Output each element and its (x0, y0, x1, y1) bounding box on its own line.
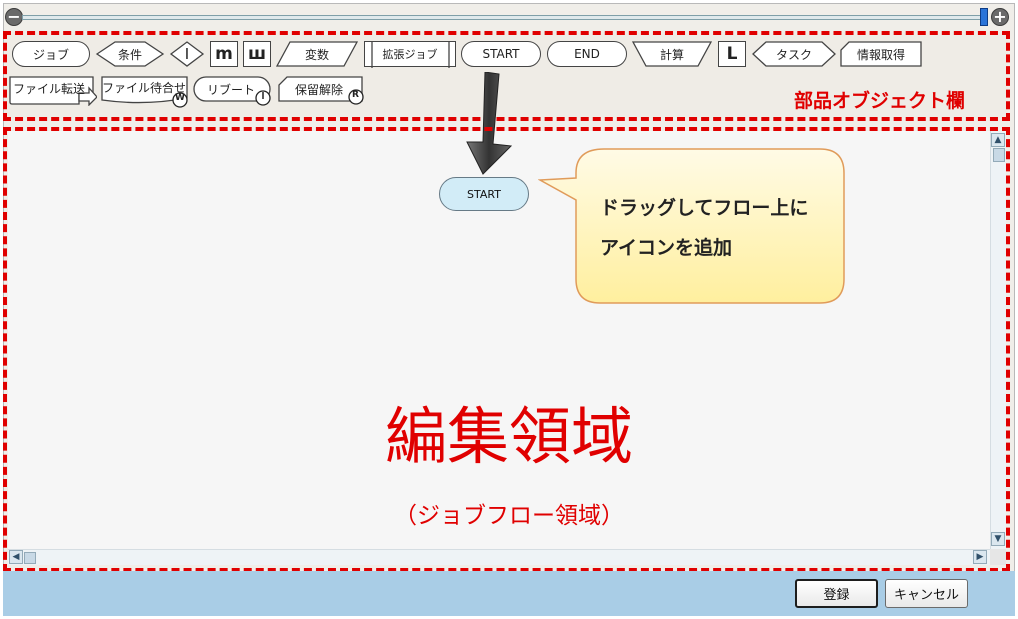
flow-start-node[interactable]: START (439, 177, 529, 211)
palette-item-box-l[interactable]: L (718, 41, 746, 67)
zoom-in-icon[interactable]: + (991, 8, 1009, 26)
palette-item-label: タスク (775, 47, 812, 62)
palette-item-calc[interactable]: 計算 (632, 41, 712, 67)
zoom-out-icon[interactable]: − (5, 8, 23, 26)
palette-item-variable[interactable]: 変数 (276, 41, 358, 67)
palette-item-label: I (184, 45, 190, 63)
palette-section-label: 部品オブジェクト欄 (794, 90, 966, 112)
palette-item-label: 保留解除 (294, 82, 343, 97)
palette-item-task[interactable]: タスク (752, 41, 836, 67)
register-button-label: 登録 (823, 588, 850, 603)
scrollbar-corner (990, 549, 1006, 565)
vertical-scroll-thumb[interactable] (993, 148, 1005, 162)
palette-item-label: 拡張ジョブ (382, 48, 438, 61)
start-node-label: START (467, 187, 501, 201)
palette-item-start[interactable]: START (461, 41, 541, 67)
zoom-slider-thumb[interactable] (980, 8, 988, 26)
palette-item-label: 条件 (117, 47, 142, 62)
palette-item-box-sh[interactable]: ш (243, 41, 271, 67)
scroll-left-icon[interactable]: ◀ (9, 550, 23, 564)
palette-item-job[interactable]: ジョブ (12, 41, 90, 67)
palette-item-label: ファイル転送 (12, 81, 85, 96)
scroll-right-icon[interactable]: ▶ (973, 550, 987, 564)
palette-item-label: 計算 (659, 47, 684, 62)
palette-item-label: ファイル待合せ (101, 80, 186, 95)
horizontal-scroll-thumb[interactable] (24, 552, 36, 564)
palette-item-label: 情報取得 (856, 47, 905, 62)
palette-item-label: START (482, 47, 520, 61)
palette-item-extended-job[interactable]: 拡張ジョブ (364, 41, 456, 68)
palette-item-label: END (574, 47, 600, 61)
drag-down-arrow-icon (466, 72, 513, 175)
palette-item-label: m (215, 44, 233, 64)
palette-item-reboot[interactable]: リブート (193, 76, 275, 106)
cancel-button[interactable]: キャンセル (885, 579, 968, 608)
r-badge-icon: R (352, 90, 359, 100)
palette-item-loop-i[interactable]: I (169, 41, 205, 67)
palette-item-label: ш (247, 44, 267, 64)
palette-item-label: リブート (206, 82, 255, 97)
register-button[interactable]: 登録 (795, 579, 878, 608)
scroll-up-icon[interactable]: ▲ (991, 133, 1005, 147)
editor-area-title: 編集領域 (384, 400, 633, 473)
palette-item-label: L (726, 44, 738, 64)
editor-area-subtitle: （ジョブフロー領域） (394, 503, 624, 529)
palette-item-file-wait[interactable]: ファイル待合せ W (101, 76, 191, 108)
palette-item-label: 変数 (304, 47, 329, 62)
callout-line-2: アイコンを追加 (600, 237, 733, 259)
horizontal-scrollbar[interactable]: ◀ ▶ (8, 549, 990, 565)
w-badge-icon: W (175, 93, 185, 103)
palette-item-condition[interactable]: 条件 (95, 41, 165, 67)
callout-line-1: ドラッグしてフロー上に (600, 197, 809, 219)
vertical-scrollbar[interactable]: ▲ ▼ (990, 131, 1006, 549)
palette-item-box-m[interactable]: m (210, 41, 238, 67)
palette-item-file-transfer[interactable]: ファイル転送 (9, 76, 97, 106)
zoom-slider-track[interactable] (22, 15, 984, 20)
palette-item-info-get[interactable]: 情報取得 (840, 41, 922, 67)
palette-item-hold-release[interactable]: 保留解除 R (278, 76, 368, 106)
palette-item-end[interactable]: END (547, 41, 627, 67)
palette-item-label: ジョブ (32, 47, 69, 62)
hint-callout-text: ドラッグしてフロー上に アイコンを追加 (600, 188, 840, 268)
scroll-down-icon[interactable]: ▼ (991, 532, 1005, 546)
cancel-button-label: キャンセル (893, 588, 959, 603)
